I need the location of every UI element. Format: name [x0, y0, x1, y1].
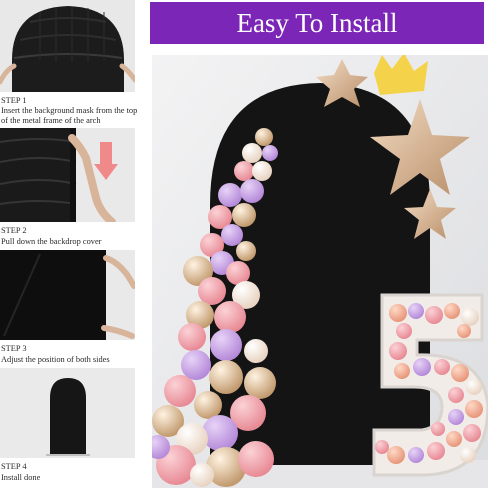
- step-2-label: STEP 2: [1, 226, 27, 235]
- step-4-description: Install done: [1, 473, 41, 482]
- step-1-illustration: [0, 0, 135, 92]
- arch-backdrop-scene: [152, 55, 488, 488]
- step-1-photo: [0, 0, 135, 92]
- step-2-description: Pull down the backdrop cover: [1, 237, 102, 246]
- instruction-column: STEP 1 Insert the background mask from t…: [0, 0, 145, 488]
- banner-title: Easy To Install: [236, 7, 398, 38]
- title-banner: Easy To Install: [150, 2, 484, 44]
- step-3-label: STEP 3: [1, 344, 27, 353]
- step-4-photo: [0, 368, 135, 458]
- step-2-photo: [0, 128, 135, 222]
- number-5-marquee: [372, 293, 488, 477]
- step-4-label: STEP 4: [1, 462, 27, 471]
- main-product-photo: [152, 55, 488, 488]
- step-3-photo: [0, 250, 135, 340]
- step-1-label: STEP 1: [1, 96, 27, 105]
- step-4-illustration: [0, 368, 135, 458]
- step-2-illustration: [0, 128, 135, 222]
- step-3-illustration: [0, 250, 135, 340]
- step-1-description: Insert the background mask from the top …: [1, 106, 138, 125]
- step-3-description: Adjust the position of both sides: [1, 355, 110, 364]
